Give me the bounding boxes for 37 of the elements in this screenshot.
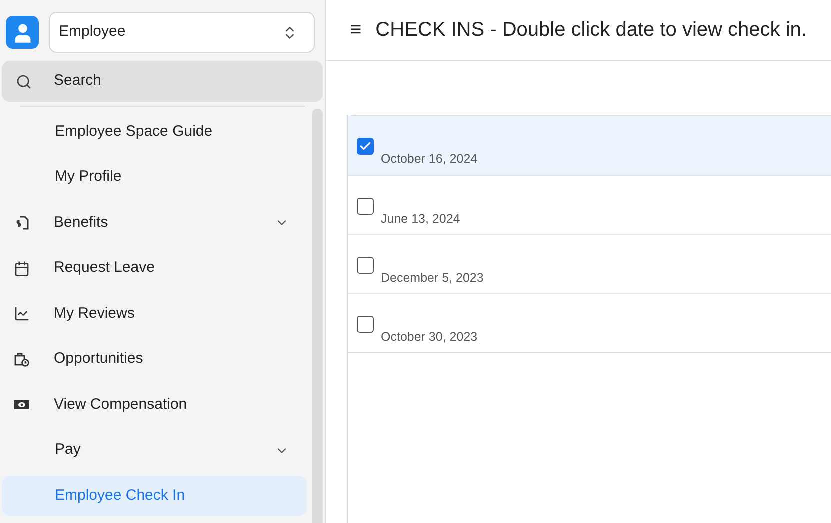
checkin-date: October 16, 2024 [381, 151, 478, 168]
user-avatar-icon [6, 16, 39, 49]
nav-label: Employee Check In [54, 486, 186, 506]
nav-item[interactable]: My Reviews [2, 294, 307, 334]
role-select[interactable]: Employee [49, 12, 315, 53]
nav-item[interactable]: Pay [2, 430, 307, 470]
nav-item[interactable]: View Compensation [2, 385, 307, 425]
chart-icon [14, 306, 30, 322]
checkin-date: June 13, 2024 [381, 211, 460, 228]
checkin-row[interactable]: October 16, 2024 [348, 116, 831, 175]
nav-label: Opportunities [54, 349, 144, 370]
nav-label: Pay [54, 440, 82, 460]
checkbox[interactable] [357, 198, 374, 215]
nav-label: Request Leave [54, 258, 156, 278]
menu-button[interactable]: ≡ [350, 20, 362, 40]
nav-label: Benefits [54, 212, 110, 233]
search-button[interactable]: Search [2, 61, 323, 102]
nav-label: My Profile [54, 167, 123, 188]
checkin-date: October 30, 2023 [381, 329, 478, 346]
checkmark-icon [359, 140, 372, 153]
page-title: CHECK INS - Double click date to view check in. [376, 18, 807, 43]
nav-item[interactable]: Employee Check In [2, 476, 307, 516]
nav-label: View Compensation [54, 394, 188, 415]
checkbox[interactable] [357, 316, 374, 333]
checkbox[interactable] [357, 138, 374, 155]
nav-item[interactable]: Opportunities [2, 340, 307, 380]
nav-label: Employee Space Guide [54, 122, 214, 142]
calendar-icon [14, 260, 30, 276]
checkin-date: December 5, 2023 [381, 270, 484, 287]
nav-item[interactable]: My Profile [2, 158, 307, 198]
checkbox[interactable] [357, 257, 374, 274]
nav-item[interactable]: Benefits [2, 203, 307, 243]
search-icon [16, 74, 32, 90]
nav-label: My Reviews [54, 304, 136, 324]
nav-item[interactable]: Employee Space Guide [2, 112, 307, 152]
nav-item[interactable]: Request Leave [2, 248, 307, 288]
briefcase-clock-icon [14, 352, 30, 368]
